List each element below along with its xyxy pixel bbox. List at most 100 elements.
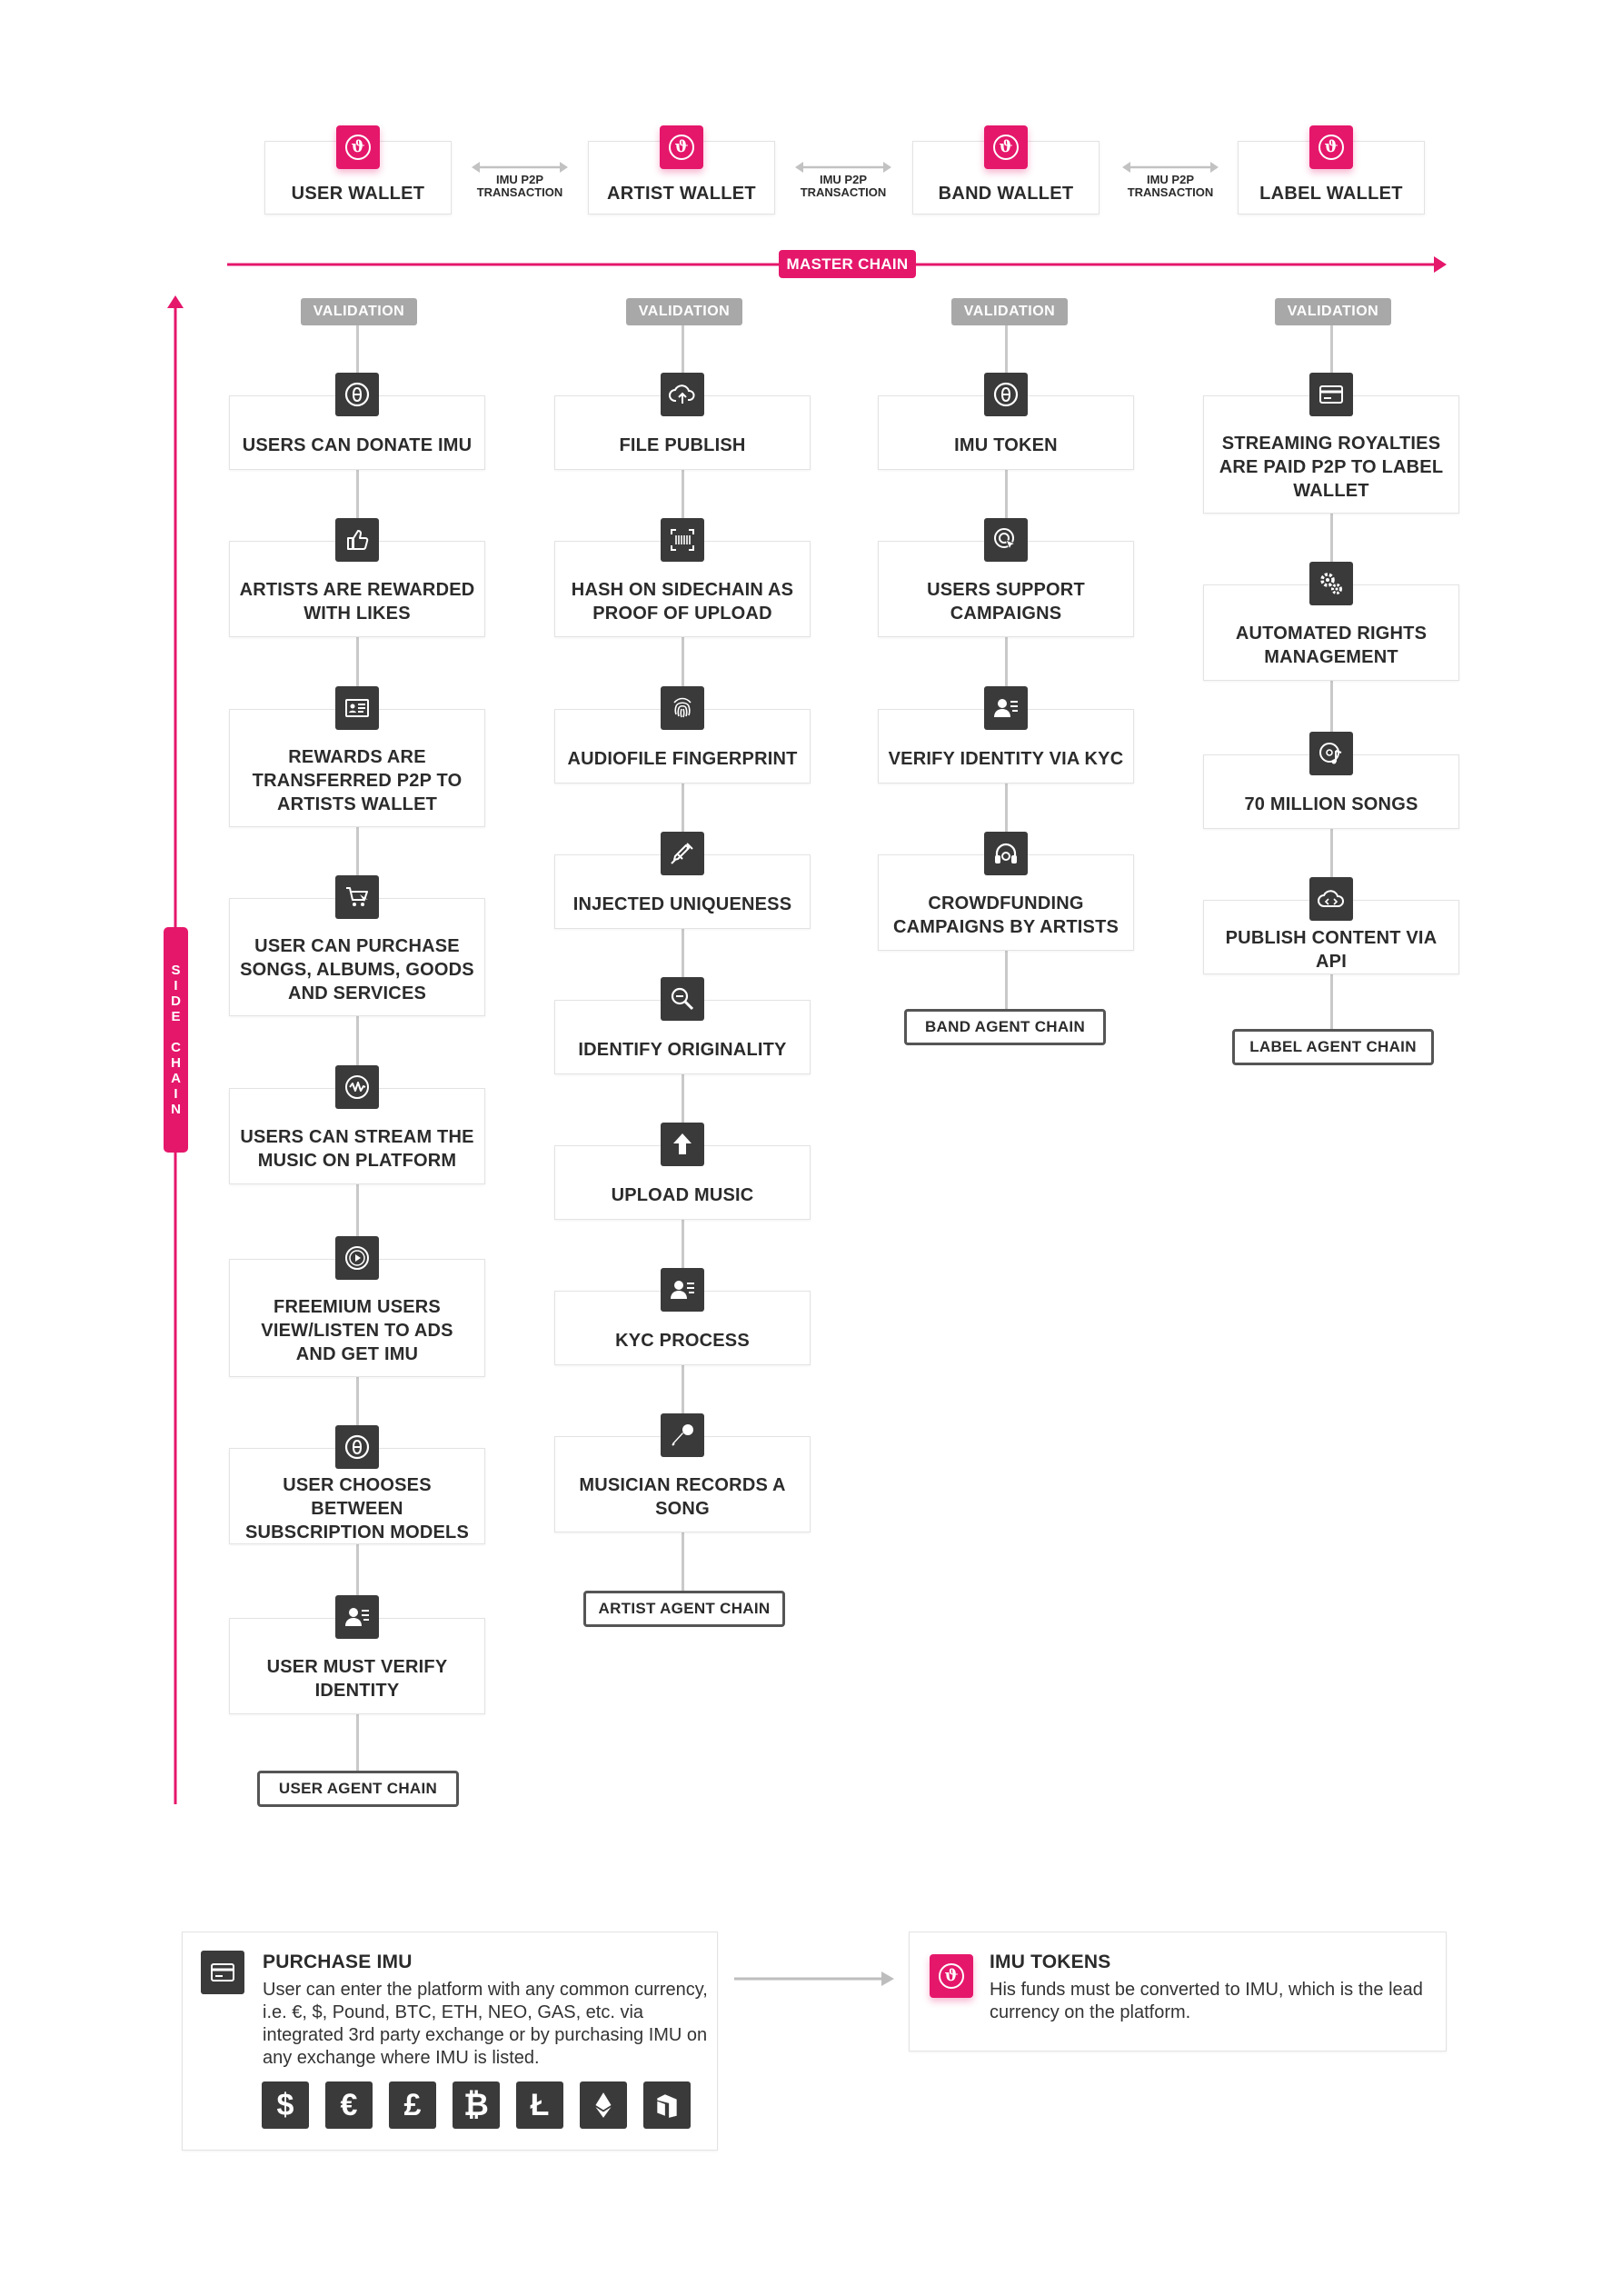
imu-logo-icon: ϑ — [660, 125, 703, 169]
currency-glyph: Ł — [530, 2087, 550, 2122]
currency-glyph: € — [340, 2087, 358, 2122]
cloud-upload-icon — [661, 373, 704, 416]
agent-chain-label: ARTIST AGENT CHAIN — [583, 1591, 785, 1627]
side-chain-letter: E — [171, 1009, 181, 1024]
process-step-text: 70 MILLION SONGS — [1244, 794, 1418, 814]
wallet-label: USER WALLET — [291, 184, 425, 204]
wallet-label: ARTIST WALLET — [607, 184, 756, 204]
play-circle-icon — [335, 1236, 379, 1280]
credit-card-icon — [1309, 373, 1353, 416]
process-step-text: UPLOAD MUSIC — [611, 1185, 754, 1205]
euro-icon: € — [325, 2081, 373, 2129]
side-chain-letter: I — [174, 1086, 178, 1102]
gears-icon — [1309, 562, 1353, 605]
pound-icon: £ — [389, 2081, 436, 2129]
purchase-imu-text: User can enter the platform with any com… — [263, 1980, 708, 2068]
process-step-text: USERS SUPPORT CAMPAIGNS — [927, 580, 1085, 624]
currency-glyph: ₿ — [463, 2087, 489, 2122]
double-arrow-icon — [795, 162, 891, 173]
process-step-text: STREAMING ROYALTIES ARE PAID P2P TO LABE… — [1219, 434, 1444, 501]
agent-chain-label: USER AGENT CHAIN — [257, 1771, 459, 1807]
process-step-text: KYC PROCESS — [615, 1331, 750, 1351]
microphone-icon — [661, 1413, 704, 1457]
imu-tokens-panel: ϑ IMU TOKENS His funds must be converted… — [909, 1932, 1447, 2051]
process-step-text: AUTOMATED RIGHTS MANAGEMENT — [1235, 624, 1428, 667]
imu-tokens-title: IMU TOKENS — [990, 1952, 1111, 1972]
process-step-text: HASH ON SIDECHAIN AS PROOF OF UPLOAD — [571, 580, 794, 624]
double-arrow-icon — [472, 162, 568, 173]
process-step-text: VERIFY IDENTITY VIA KYC — [888, 749, 1124, 769]
bitcoin-icon: ₿ — [453, 2081, 500, 2129]
validation-badge: VALIDATION — [951, 298, 1068, 325]
side-chain-letter: C — [171, 1040, 181, 1055]
id-card-icon — [335, 686, 379, 730]
process-step-text: USER MUST VERIFY IDENTITY — [266, 1657, 448, 1701]
side-chain-letter: A — [171, 1071, 181, 1086]
imu-logo-icon: ϑ — [336, 125, 380, 169]
process-step-text: AUDIOFILE FINGERPRINT — [567, 749, 798, 769]
user-card-icon — [661, 1268, 704, 1312]
validation-badge: VALIDATION — [626, 298, 742, 325]
syringe-icon — [661, 832, 704, 875]
p2p-line2: TRANSACTION — [476, 185, 563, 199]
waveform-icon — [335, 1065, 379, 1109]
imu-logo-icon — [335, 1425, 379, 1469]
side-chain-letter: N — [171, 1102, 181, 1117]
currency-glyph: $ — [276, 2087, 294, 2122]
p2p-line1: IMU P2P — [495, 173, 543, 186]
user-card-icon — [984, 686, 1028, 730]
p2p-transaction-link: IMU P2P TRANSACTION — [465, 162, 574, 199]
process-step-text: USER CAN PURCHASE SONGS, ALBUMS, GOODS A… — [240, 936, 474, 1003]
validation-badge: VALIDATION — [301, 298, 417, 325]
wallet-label: BAND WALLET — [938, 184, 1074, 204]
p2p-line1: IMU P2P — [819, 173, 867, 186]
cloud-code-icon — [1309, 877, 1353, 921]
wallet-label: LABEL WALLET — [1259, 184, 1403, 204]
headphones-icon — [984, 832, 1028, 875]
process-step-text: USER CHOOSES BETWEEN SUBSCRIPTION MODELS — [244, 1475, 470, 1542]
fingerprint-icon — [661, 686, 704, 730]
thumbs-up-icon — [335, 518, 379, 562]
master-chain-label: MASTER CHAIN — [779, 250, 916, 278]
process-step-text: ARTISTS ARE REWARDED WITH LIKES — [239, 580, 475, 624]
litecoin-icon: Ł — [516, 2081, 563, 2129]
dollar-icon: $ — [262, 2081, 309, 2129]
currency-glyph: £ — [403, 2087, 422, 2122]
user-card-icon — [335, 1595, 379, 1639]
imu-tokens-text: His funds must be converted to IMU, whic… — [990, 1980, 1423, 2022]
target-pointer-icon — [984, 518, 1028, 562]
side-chain-label: SIDE CHAIN — [164, 927, 188, 1153]
process-step-text: INJECTED UNIQUENESS — [572, 894, 792, 914]
purchase-imu-title: PURCHASE IMU — [263, 1952, 413, 1972]
imu-logo-icon: ϑ — [1309, 125, 1353, 169]
double-arrow-icon — [1122, 162, 1219, 173]
process-step-text: USERS CAN DONATE IMU — [242, 435, 473, 455]
process-step-text: IMU TOKEN — [954, 435, 1058, 455]
music-disc-icon — [1309, 732, 1353, 775]
p2p-line2: TRANSACTION — [1127, 185, 1214, 199]
process-step-text: IDENTIFY ORIGINALITY — [578, 1040, 787, 1060]
shopping-cart-icon — [335, 875, 379, 919]
imu-logo-icon: ϑ — [984, 125, 1028, 169]
p2p-line2: TRANSACTION — [800, 185, 887, 199]
neo-icon — [643, 2081, 691, 2129]
process-step-text: FILE PUBLISH — [619, 435, 746, 455]
side-chain-letter: D — [171, 993, 181, 1009]
imu-logo-icon — [335, 373, 379, 416]
agent-chain-label: BAND AGENT CHAIN — [904, 1009, 1106, 1045]
column-connector — [682, 318, 684, 1591]
process-step-text: PUBLISH CONTENT VIA API — [1225, 928, 1438, 972]
p2p-transaction-link: IMU P2P TRANSACTION — [789, 162, 898, 199]
process-step-text: REWARDS ARE TRANSFERRED P2P TO ARTISTS W… — [252, 747, 463, 814]
upload-arrow-icon — [661, 1123, 704, 1166]
process-step-text: FREEMIUM USERS VIEW/LISTEN TO ADS AND GE… — [261, 1297, 453, 1364]
process-step-text: USERS CAN STREAM THE MUSIC ON PLATFORM — [240, 1127, 474, 1171]
magnifier-icon — [661, 977, 704, 1021]
ethereum-icon — [580, 2081, 627, 2129]
process-step-text: MUSICIAN RECORDS A SONG — [579, 1475, 786, 1519]
validation-badge: VALIDATION — [1275, 298, 1391, 325]
process-step-text: CROWDFUNDING CAMPAIGNS BY ARTISTS — [892, 893, 1119, 937]
imu-logo-icon — [984, 373, 1028, 416]
side-chain-letter: H — [171, 1055, 181, 1071]
barcode-scan-icon — [661, 518, 704, 562]
